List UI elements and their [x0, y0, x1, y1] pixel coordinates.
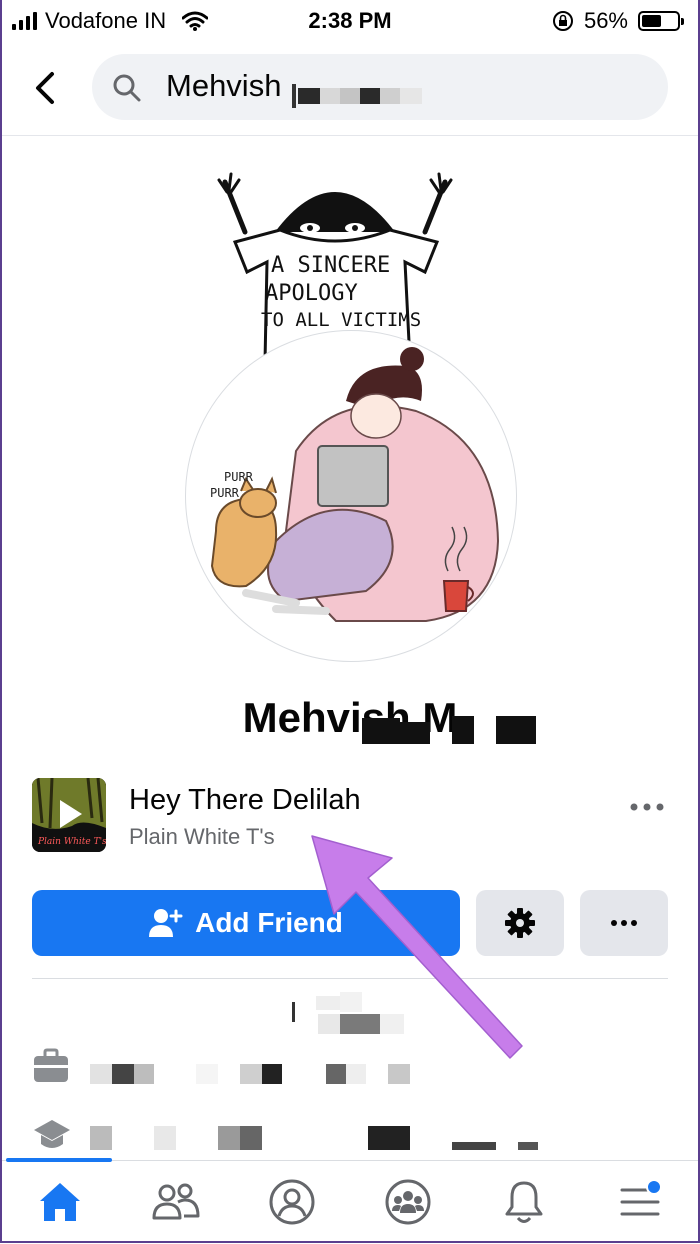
gear-icon	[505, 908, 535, 938]
bottom-nav	[0, 1158, 700, 1244]
home-icon	[40, 1183, 80, 1221]
settings-button[interactable]	[476, 890, 564, 956]
section-divider	[32, 978, 668, 979]
search-header: Mehvish	[0, 40, 700, 136]
battery-percent: 56%	[583, 8, 628, 33]
nav-profile[interactable]	[262, 1175, 322, 1229]
menu-notification-dot	[646, 1179, 662, 1195]
song-artist: Plain White T's	[129, 824, 275, 849]
shirt-text-1: A SINCERE	[271, 253, 390, 278]
add-friend-button[interactable]: Add Friend	[32, 890, 460, 956]
graduation-cap-icon	[34, 1120, 70, 1148]
song-more-icon[interactable]	[630, 802, 664, 812]
album-label: Plain White T's	[37, 837, 106, 847]
status-bar: Vodafone IN 2:38 PM 56%	[0, 0, 700, 40]
ellipsis-icon	[611, 920, 637, 926]
album-art[interactable]: Plain White T's	[32, 778, 106, 852]
add-friend-label: Add Friend	[195, 907, 343, 938]
profile-illustration: PURR PURR	[210, 347, 500, 622]
back-chevron-icon[interactable]	[26, 68, 66, 108]
search-icon	[113, 74, 141, 102]
briefcase-icon	[34, 1048, 68, 1082]
orientation-lock-icon	[552, 11, 573, 31]
search-query: Mehvish	[166, 68, 282, 103]
groups-icon	[385, 1179, 431, 1225]
profile-icon	[269, 1179, 315, 1225]
profile-name: Mehvish M	[0, 694, 700, 742]
battery-icon	[638, 11, 684, 31]
album-cover: Plain White T's	[32, 778, 106, 852]
friends-icon	[152, 1183, 200, 1220]
bell-icon	[505, 1181, 543, 1223]
nav-home[interactable]	[30, 1175, 90, 1229]
song-title: Hey There Delilah	[129, 784, 361, 816]
search-input[interactable]: Mehvish	[92, 54, 668, 120]
shirt-text-3: TO ALL VICTIMS	[261, 309, 421, 331]
status-right: 56%	[552, 8, 684, 34]
profile-picture[interactable]: PURR PURR	[185, 330, 517, 662]
purr-text-2: PURR	[210, 486, 240, 500]
nav-groups[interactable]	[378, 1175, 438, 1229]
purr-text-1: PURR	[224, 470, 254, 484]
nav-notifications[interactable]	[494, 1175, 554, 1229]
profile-song[interactable]: Plain White T's Hey There Delilah Plain …	[32, 778, 672, 858]
more-options-button[interactable]	[580, 890, 668, 956]
battery-fill	[642, 15, 661, 27]
add-friend-icon	[149, 909, 183, 937]
active-tab-indicator	[6, 1158, 112, 1162]
nav-menu[interactable]	[610, 1175, 670, 1229]
nav-friends[interactable]	[146, 1175, 206, 1229]
shirt-text-2: APOLOGY	[265, 281, 358, 306]
